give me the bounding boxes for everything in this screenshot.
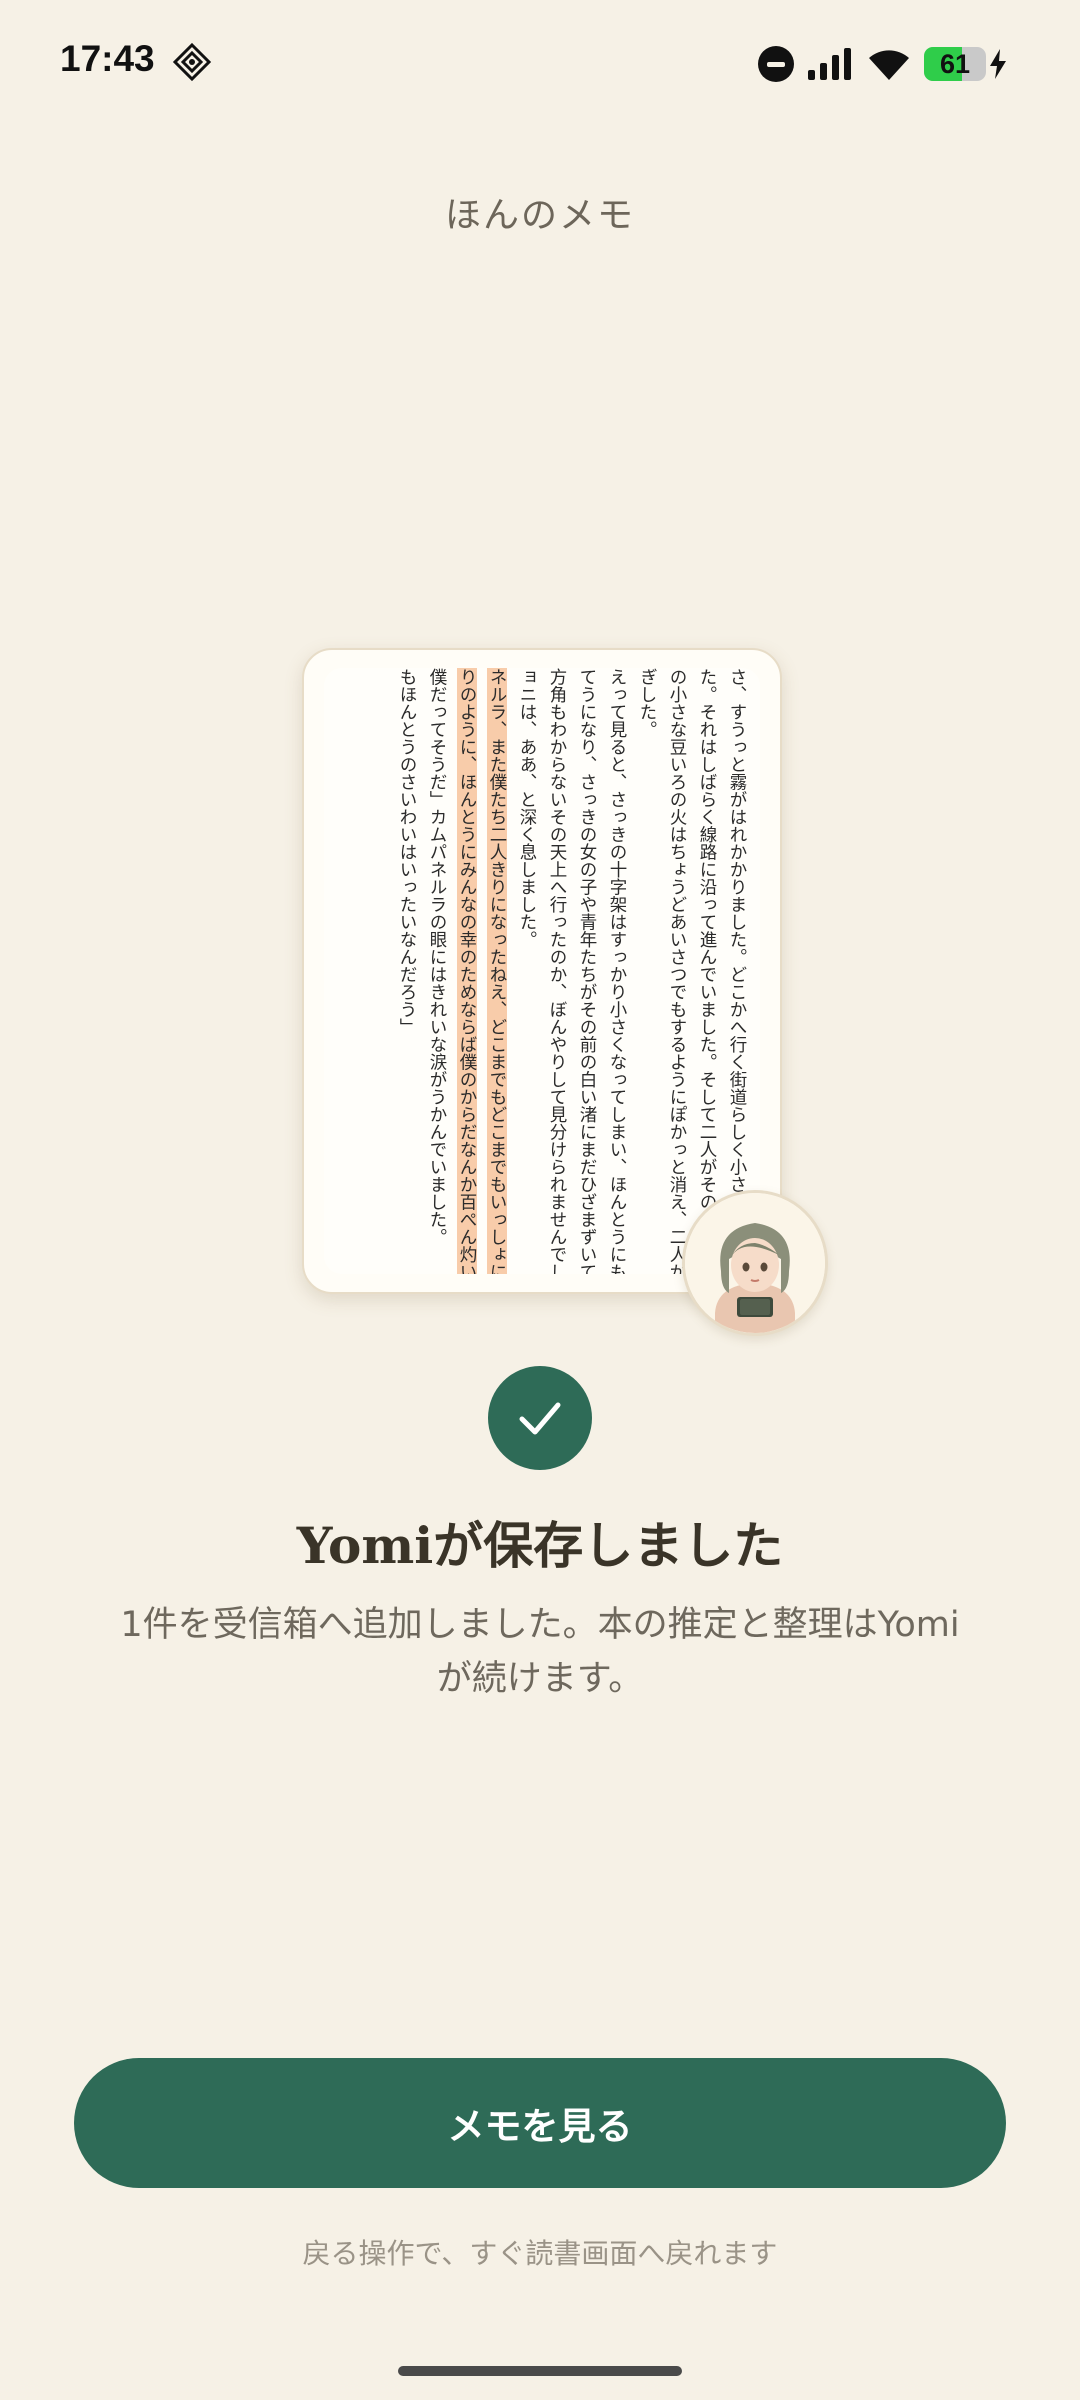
book-text-line: えって見ると、さっきの十字架はすっかり小さくなってしまい、ほんとうにもう [607, 668, 627, 1274]
book-text-line: てうになり、さっきの女の子や青年たちがその前の白い渚にまだひざまずいてい [577, 668, 597, 1274]
app-diamond-icon [172, 42, 212, 82]
book-text-line: ぎした。 [637, 668, 657, 738]
book-page-text: さ、すうっと霧がはれかかりました。どこかへ行く街道らしく小さな電 た。それはしば… [324, 668, 752, 1274]
book-text-line: の小さな豆いろの火はちょうどあいさつでもするようにぽかっと消え、二人が過 [667, 668, 687, 1274]
book-page-inner: さ、すうっと霧がはれかかりました。どこかへ行く街道らしく小さな電 た。それはしば… [324, 668, 760, 1274]
book-page-preview[interactable]: さ、すうっと霧がはれかかりました。どこかへ行く街道らしく小さな電 た。それはしば… [302, 648, 782, 1294]
back-hint: 戻る操作で、すぐ読書画面へ戻れます [302, 2237, 778, 2270]
view-memo-button[interactable]: メモを見る [74, 2058, 1006, 2188]
page-title: ほんのメモ [444, 195, 635, 236]
success-title: Yomiが保存しました [296, 1516, 784, 1575]
reading-girl-avatar-icon [685, 1193, 825, 1333]
book-text-line: もほんとうのさいわいはいったいなんだろう」 [397, 668, 417, 1036]
wifi-icon [869, 50, 909, 80]
home-indicator[interactable] [398, 2366, 682, 2376]
success-check [488, 1366, 592, 1470]
book-text-line: ョニは、ああ、と深く息しました。 [517, 668, 537, 948]
battery-level: 61 [939, 48, 971, 79]
book-text-line: さ、すうっと霧がはれかかりました。どこかへ行く街道らしく小さな電 [727, 668, 747, 1228]
battery-icon: 61 [924, 47, 1008, 81]
success-description: 1件を受信箱へ追加しました。本の推定と整理はYomiが続けます。 [120, 1605, 960, 1699]
book-text-line: た。それはしばらく線路に沿って進んでいました。そして二人がそのあかしの前 [697, 668, 717, 1274]
status-bar: 17:43 61 [0, 0, 1080, 130]
status-time: 17:43 [60, 38, 155, 79]
battery-body: 61 [924, 47, 986, 81]
highlighted-text-line: りのように、ほんとうにみんなの幸のためならば僕のからだなんか百ぺん灼いて [457, 668, 477, 1274]
cellular-signal-icon [808, 48, 851, 80]
charging-bolt-icon [990, 49, 1006, 79]
do-not-disturb-icon [758, 46, 794, 82]
status-icons: 61 [758, 42, 1008, 86]
book-text-line: 方角もわからないその天上へ行ったのか、ぼんやりして見分けられませんでした [547, 668, 567, 1274]
yomi-avatar [682, 1190, 828, 1336]
book-text-line: 僕だってそうだ」カムパネルラの眼にはきれいな涙がうかんでいました。 [427, 668, 447, 1246]
highlighted-text-line: ネルラ、また僕たち二人きりになったねえ、どこまでもどこまでもいっしょに行 [487, 668, 507, 1274]
check-icon [519, 1402, 561, 1435]
